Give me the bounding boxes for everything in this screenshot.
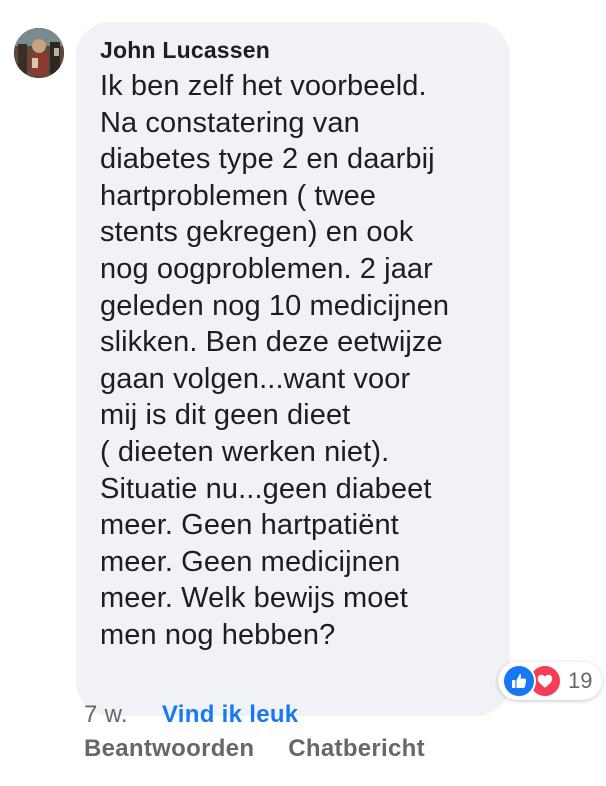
reply-button[interactable]: Beantwoorden xyxy=(84,734,254,764)
reactions-badge[interactable]: 19 xyxy=(498,662,603,700)
timestamp[interactable]: 7 w. xyxy=(84,700,128,730)
action-row-primary: 7 w. Vind ik leuk xyxy=(84,700,425,732)
like-button[interactable]: Vind ik leuk xyxy=(162,700,299,730)
author-name[interactable]: John Lucassen xyxy=(100,36,490,64)
comment-text: Ik ben zelf het voorbeeld. Na constateri… xyxy=(100,70,450,651)
chat-button[interactable]: Chatbericht xyxy=(288,734,425,764)
like-icon xyxy=(502,664,536,698)
comment-bubble: John Lucassen Ik ben zelf het voorbeeld.… xyxy=(76,22,510,716)
action-row-secondary: Beantwoorden Chatbericht xyxy=(84,734,425,766)
profile-photo-icon xyxy=(14,28,64,78)
comment-actions: 7 w. Vind ik leuk Beantwoorden Chatberic… xyxy=(84,700,425,766)
avatar[interactable] xyxy=(14,28,64,78)
reaction-count: 19 xyxy=(568,668,593,693)
